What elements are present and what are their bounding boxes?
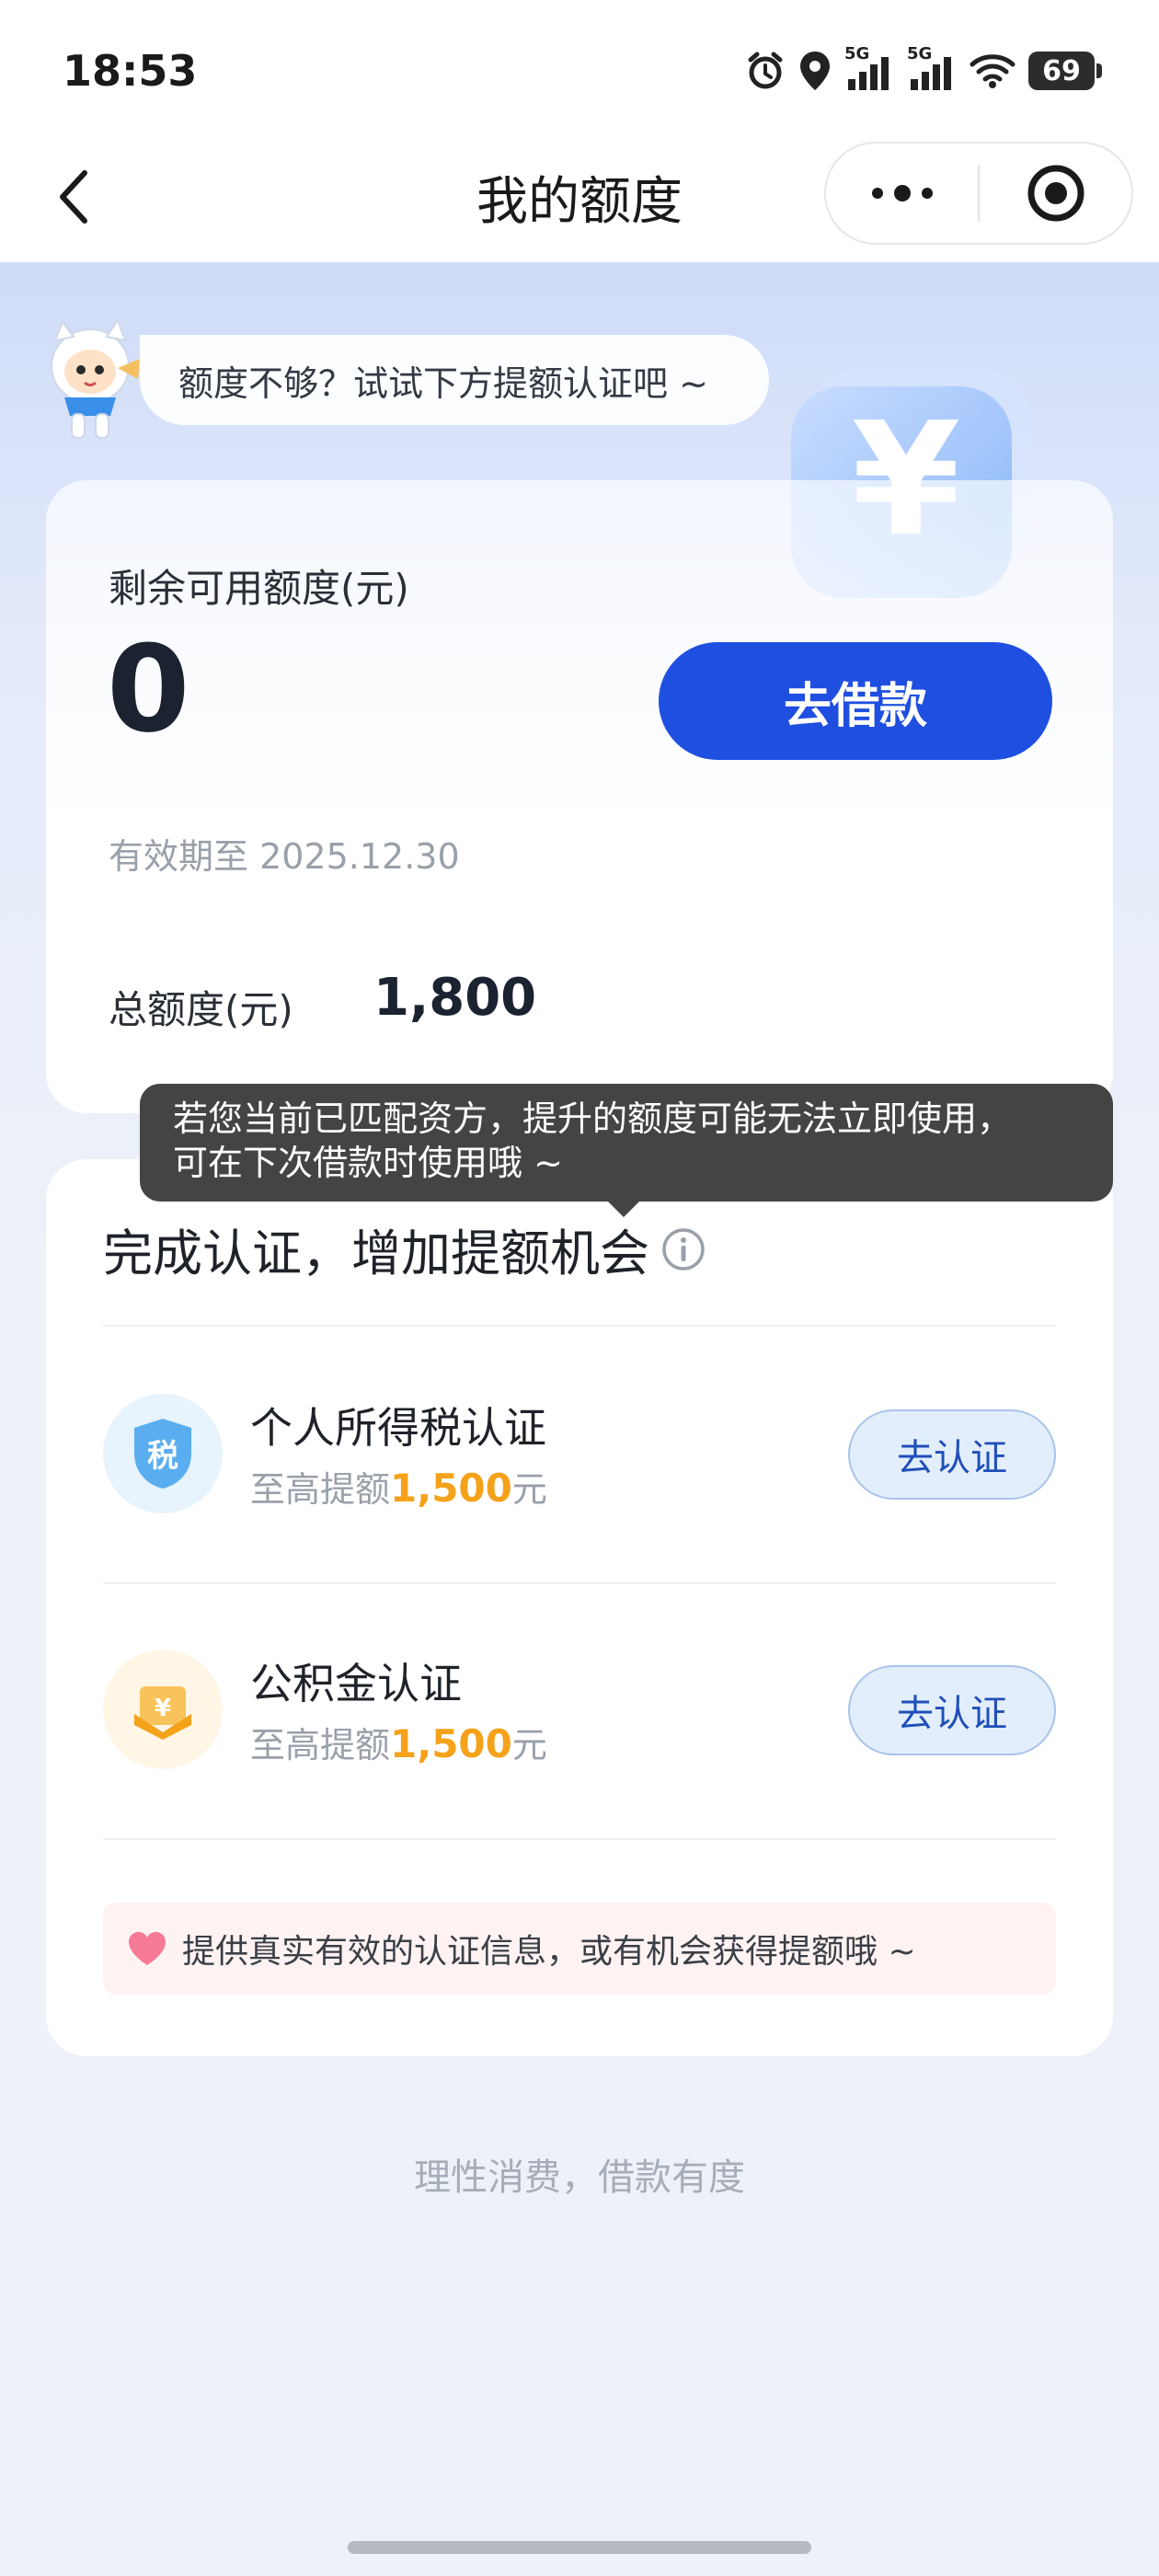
divider [103, 1838, 1056, 1840]
fund-cert-sub-prefix: 至高提额 [250, 1725, 391, 1765]
housing-fund-icon: ¥ [134, 1686, 191, 1740]
heart-icon [129, 1932, 166, 1965]
remaining-quota-value: 0 [107, 619, 190, 759]
certification-title-text: 完成认证，增加提额机会 [103, 1225, 649, 1282]
nav-bar: 我的额度 [0, 138, 1159, 262]
borrow-button[interactable]: 去借款 [659, 642, 1052, 760]
status-bar: 18:53 5G 5G 69 [0, 0, 1159, 147]
tax-cert-sub-prefix: 至高提额 [250, 1469, 391, 1510]
tax-icon-text: 税 [147, 1438, 178, 1475]
quota-card: 剩余可用额度(元) 0 去借款 有效期至 2025.12.30 总额度(元) 1… [46, 480, 1113, 1113]
tooltip-line-2: 可在下次借款时使用哦 ~ [173, 1143, 563, 1183]
certification-title: 完成认证，增加提额机会 [103, 1213, 706, 1285]
remaining-quota-label: 剩余可用额度(元) [109, 566, 409, 611]
fund-icon-text: ¥ [155, 1695, 171, 1722]
validity-date: 有效期至 2025.12.30 [109, 836, 460, 877]
home-indicator[interactable] [348, 2541, 811, 2554]
wifi-icon [970, 54, 1016, 88]
miniapp-capsule [824, 142, 1133, 245]
footer-slogan: 理性消费，借款有度 [414, 2156, 745, 2199]
tax-cert-name: 个人所得税认证 [250, 1403, 546, 1453]
signal-bars-icon [848, 57, 889, 90]
fund-cert-name: 公积金认证 [250, 1659, 462, 1708]
location-icon [800, 52, 830, 90]
signal-bars-icon [911, 57, 951, 90]
signal-5g-2: 5G [907, 44, 957, 92]
more-dots-icon [871, 185, 933, 201]
tooltip-arrow [607, 1201, 640, 1217]
battery-indicator: 69 [1028, 52, 1102, 90]
tooltip-line-1: 若您当前已匹配资方，提升的额度可能无法立即使用， [173, 1098, 1013, 1139]
close-miniapp-button[interactable] [980, 144, 1131, 243]
tax-shield-icon: 税 [134, 1419, 191, 1489]
fund-cert-sub: 至高提额1,500元 [250, 1717, 547, 1767]
tip-speech-bubble: 额度不够？试试下方提额认证吧 ~ [140, 335, 769, 425]
tax-cert-button[interactable]: 去认证 [848, 1409, 1056, 1500]
fund-cert-amount: 1,500 [390, 1721, 512, 1766]
divider [103, 1325, 1056, 1327]
cert-notice: 提供真实有效的认证信息，或有机会获得提额哦 ~ [103, 1903, 1056, 1995]
total-quota-label: 总额度(元) [109, 987, 293, 1032]
alarm-icon [748, 52, 783, 89]
cert-notice-text: 提供真实有效的认证信息，或有机会获得提额哦 ~ [182, 1933, 916, 1971]
tax-cert-sub: 至高提额1,500元 [250, 1461, 547, 1512]
status-icons: 5G 5G 69 [745, 44, 1102, 94]
signal-5g-1: 5G [844, 44, 894, 92]
fund-cert-icon-wrap: ¥ [103, 1650, 223, 1769]
info-icon[interactable] [660, 1226, 706, 1272]
mascot-icon [51, 317, 140, 439]
tax-cert-amount: 1,500 [390, 1466, 512, 1511]
divider [103, 1582, 1056, 1584]
tax-cert-sub-suffix: 元 [511, 1469, 547, 1510]
target-close-icon [1027, 165, 1084, 222]
info-tooltip: 若您当前已匹配资方，提升的额度可能无法立即使用， 可在下次借款时使用哦 ~ [140, 1084, 1113, 1202]
fund-cert-sub-suffix: 元 [511, 1725, 547, 1765]
total-quota-value: 1,800 [373, 968, 537, 1028]
fund-cert-button[interactable]: 去认证 [848, 1665, 1056, 1755]
tax-cert-icon-wrap: 税 [103, 1394, 223, 1513]
status-time: 18:53 [63, 46, 198, 96]
more-button[interactable] [826, 144, 978, 243]
